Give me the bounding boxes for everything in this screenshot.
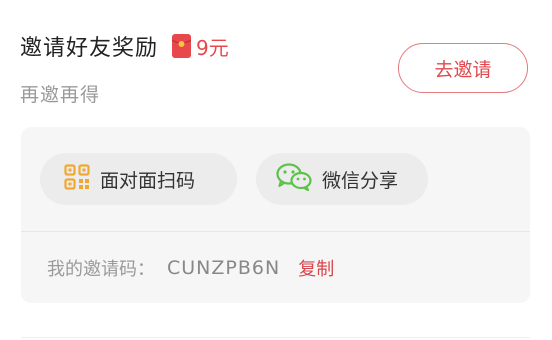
invite-code-label: 我的邀请码： xyxy=(47,259,155,280)
wechat-icon xyxy=(276,163,312,195)
bottom-divider xyxy=(21,337,530,338)
face-to-face-scan-button[interactable]: 面对面扫码 xyxy=(40,153,237,205)
divider xyxy=(21,231,530,232)
qr-code-icon xyxy=(64,164,90,194)
invite-code-row: 我的邀请码： CUNZPB6N 复制 xyxy=(47,255,334,281)
scan-label: 面对面扫码 xyxy=(100,169,196,192)
invite-code-value: CUNZPB6N xyxy=(167,257,281,279)
reward-amount: 9元 xyxy=(196,35,229,60)
invite-panel: 面对面扫码 微信分享 我的邀请码： CUNZPB6N 复制 xyxy=(21,127,530,303)
invite-button[interactable]: 去邀请 xyxy=(398,43,528,93)
red-envelope-icon xyxy=(171,34,192,58)
wechat-label: 微信分享 xyxy=(322,169,399,192)
wechat-share-button[interactable]: 微信分享 xyxy=(256,153,428,205)
subtitle: 再邀再得 xyxy=(20,84,101,106)
copy-button[interactable]: 复制 xyxy=(298,255,334,281)
page-title: 邀请好友奖励 xyxy=(20,36,159,61)
reward-title-row: 邀请好友奖励 9元 xyxy=(20,30,229,62)
